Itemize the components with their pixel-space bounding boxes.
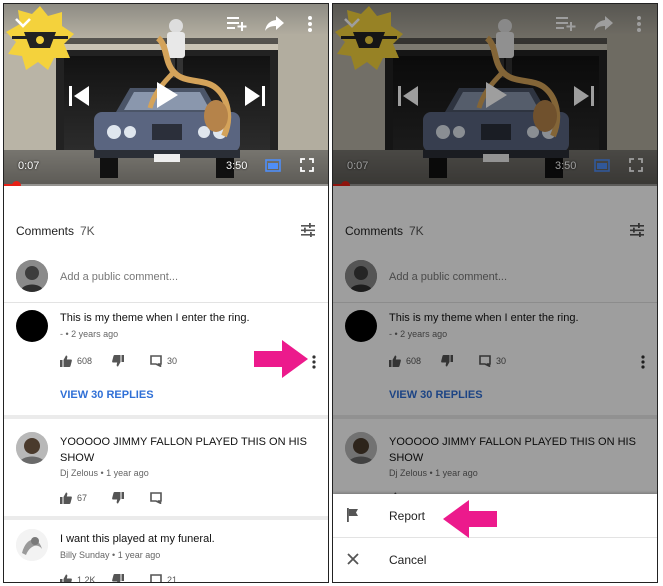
thumb-down-icon <box>112 574 124 582</box>
progress-scrubber[interactable] <box>12 181 21 186</box>
avatar <box>16 310 48 342</box>
cancel-menu-item[interactable]: Cancel <box>333 538 657 582</box>
more-vertical-icon[interactable] <box>312 355 316 369</box>
screen-comments: 0:07 3:50 Comments 7K Add a public comme… <box>3 3 329 583</box>
playlist-add-icon[interactable] <box>226 14 248 32</box>
thumb-up-icon <box>60 492 72 504</box>
close-icon <box>347 553 359 565</box>
comment-icon <box>150 574 162 582</box>
comment-text: This is my theme when I enter the ring. <box>60 312 250 324</box>
dislike-button[interactable] <box>112 574 124 582</box>
skip-next-icon[interactable] <box>244 84 266 108</box>
comment-author: - <box>60 329 63 339</box>
comparison-stage: 0:07 3:50 Comments 7K Add a public comme… <box>0 0 663 586</box>
comment-icon <box>150 492 162 504</box>
comment-actions: 1.2K 21 <box>60 574 300 583</box>
like-count: 1.2K <box>77 575 96 583</box>
comments-title: Comments <box>16 224 75 238</box>
comment-meta: - • 2 years ago <box>60 329 119 339</box>
duration: 3:50 <box>226 160 248 172</box>
avatar <box>16 529 48 561</box>
annotation-arrow <box>443 500 497 538</box>
comment-author: Dj Zelous <box>60 468 99 478</box>
like-button[interactable]: 608 <box>60 355 92 367</box>
comment-time: 1 year ago <box>106 468 149 478</box>
reply-button[interactable]: 30 <box>150 355 177 367</box>
avatar <box>16 260 48 292</box>
reply-button[interactable] <box>150 492 162 504</box>
thumb-up-icon <box>60 574 72 582</box>
comment-item: I want this played at my funeral. Billy … <box>4 521 328 583</box>
skip-previous-icon[interactable] <box>68 84 90 108</box>
comment-author: Billy Sunday <box>60 550 110 560</box>
comments-count: 7K <box>80 224 95 238</box>
reply-count: 21 <box>167 575 178 583</box>
comment-icon <box>150 355 162 367</box>
like-button[interactable]: 67 <box>60 492 87 504</box>
more-vertical-icon[interactable] <box>307 15 313 33</box>
like-count: 67 <box>77 493 88 503</box>
add-comment-row[interactable]: Add a public comment... <box>4 256 328 302</box>
thumb-down-icon <box>112 492 124 504</box>
view-replies-link[interactable]: VIEW 30 REPLIES <box>60 389 154 401</box>
comment-text: YOOOOO JIMMY FALLON PLAYED THIS ON HIS S… <box>60 436 307 464</box>
cast-icon[interactable] <box>264 158 282 174</box>
play-icon[interactable] <box>154 80 180 110</box>
comments-header: Comments 7K <box>4 208 328 250</box>
comment-item: YOOOOO JIMMY FALLON PLAYED THIS ON HIS S… <box>4 420 328 516</box>
thumb-up-icon <box>60 355 72 367</box>
chevron-down-icon[interactable] <box>14 16 32 30</box>
sort-icon[interactable] <box>300 222 316 238</box>
thumb-down-icon <box>112 355 124 367</box>
comment-text: I want this played at my funeral. <box>60 533 215 545</box>
report-label: Report <box>389 509 426 523</box>
dislike-button[interactable] <box>112 492 124 504</box>
video-player[interactable]: 0:07 3:50 <box>4 4 328 186</box>
comment-meta: Billy Sunday • 1 year ago <box>60 550 161 560</box>
divider <box>4 302 328 303</box>
screen-report-menu: 0:07 3:50 Comments 7K Add a public comme… <box>332 3 658 583</box>
reply-count: 30 <box>167 356 178 366</box>
dislike-button[interactable] <box>112 355 124 367</box>
share-icon[interactable] <box>264 14 286 32</box>
comment-actions: 67 <box>60 492 300 506</box>
cancel-label: Cancel <box>389 553 427 567</box>
current-time: 0:07 <box>18 160 40 172</box>
add-comment-input[interactable]: Add a public comment... <box>60 271 178 283</box>
like-button[interactable]: 1.2K <box>60 574 96 583</box>
annotation-arrow <box>254 340 308 378</box>
video-wall-right <box>278 34 328 154</box>
divider <box>4 415 328 419</box>
progress-track[interactable] <box>4 184 328 186</box>
comment-time: 1 year ago <box>117 550 161 560</box>
comment-meta: Dj Zelous • 1 year ago <box>60 468 149 478</box>
reply-button[interactable]: 21 <box>150 574 178 583</box>
video-sun-sticker <box>6 6 74 70</box>
comment-time: 2 years ago <box>71 329 119 339</box>
flag-icon <box>347 508 358 522</box>
like-count: 608 <box>77 356 93 366</box>
avatar <box>16 432 48 464</box>
divider <box>4 516 328 520</box>
fullscreen-icon[interactable] <box>300 158 314 172</box>
